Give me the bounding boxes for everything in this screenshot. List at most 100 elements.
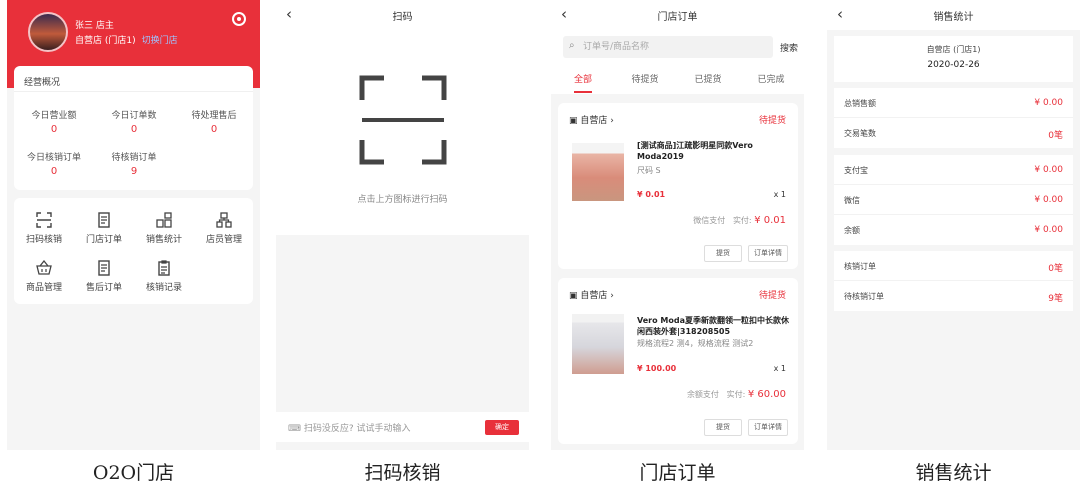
tool-label: 门店订单 — [85, 235, 122, 245]
tool-label: 核销记录 — [145, 283, 182, 293]
sales-screen: ‹ 销售统计 自营店 (门店1) 2020-02-26 总销售额 ¥ 0.00 交… — [827, 0, 1080, 450]
stat-row: 支付宝 ¥ 0.00 — [834, 155, 1073, 185]
staff-icon — [216, 212, 232, 228]
product-price: ¥ 100.00 — [637, 364, 677, 373]
product-qty: x 1 — [773, 364, 786, 373]
tool-label: 销售统计 — [145, 235, 182, 245]
tool-goods[interactable]: 商品管理 — [14, 260, 74, 293]
paid-amount: ¥ 60.00 — [747, 389, 786, 400]
order-tabs: 全部 待提货 已提货 已完成 — [551, 62, 804, 94]
tool-label: 店员管理 — [205, 235, 242, 245]
stat-label: 待处理售后 — [191, 111, 237, 121]
orders-screen: ‹ 门店订单 订单号/商品名称 ⌕ 搜索 全部 待提货 已提货 已完成 ▣ 自营… — [551, 0, 804, 450]
gear-icon[interactable] — [232, 12, 246, 26]
user-name: 张三 店主 — [75, 21, 114, 31]
row-value: ¥ 0.00 — [1034, 165, 1063, 175]
stat-today-orders[interactable]: 今日订单数 0 — [94, 108, 174, 135]
row-label: 余额 — [844, 226, 860, 235]
order-detail-button[interactable]: 订单详情 — [748, 419, 788, 436]
tool-aftersale[interactable]: 售后订单 — [74, 260, 134, 293]
tools-card: 扫码核销 门店订单 销售统计 店员管理 商品管理 售后订单 核销记录 — [14, 198, 253, 304]
tool-orders[interactable]: 门店订单 — [74, 212, 134, 245]
product-image[interactable] — [572, 143, 624, 201]
caption-store-home: O2O门店 — [92, 462, 175, 484]
row-label: 支付宝 — [844, 166, 868, 175]
order-store[interactable]: ▣ 自营店 › — [569, 113, 614, 126]
stat-value: 0 — [50, 166, 58, 177]
orders-title: 门店订单 — [657, 11, 698, 23]
pickup-button[interactable]: 提货 — [704, 245, 742, 262]
sales-summary: 总销售额 ¥ 0.00 交易笔数 0笔 — [834, 88, 1073, 148]
stat-row: 交易笔数 0笔 — [834, 118, 1073, 148]
scan-frame-icon[interactable] — [358, 74, 448, 166]
payment-breakdown: 支付宝 ¥ 0.00 微信 ¥ 0.00 余额 ¥ 0.00 — [834, 155, 1073, 245]
tab-completed[interactable]: 已完成 — [741, 72, 801, 85]
order-payment: 余额支付 实付: ¥ 60.00 — [687, 389, 786, 400]
sales-title: 销售统计 — [933, 11, 974, 23]
product-title: [测试商品]江疏影明星同款Vero Moda2019 — [637, 141, 753, 161]
manual-input-link[interactable]: ⌨ 扫码没反应? 试试手动输入 — [288, 421, 411, 434]
verify-summary: 核销订单 0笔 待核销订单 9笔 — [834, 251, 1073, 311]
tab-all[interactable]: 全部 — [553, 72, 613, 93]
search-input[interactable]: 订单号/商品名称 — [563, 36, 773, 58]
paid-label: 实付: — [732, 216, 752, 225]
back-icon[interactable]: ‹ — [286, 5, 292, 23]
row-value: 0笔 — [1048, 131, 1063, 141]
product-image[interactable] — [572, 314, 624, 374]
order-detail-button[interactable]: 订单详情 — [748, 245, 788, 262]
search-button[interactable]: 搜索 — [780, 41, 798, 54]
row-value: 0笔 — [1048, 264, 1063, 274]
tool-stats[interactable]: 销售统计 — [134, 212, 194, 245]
stat-row: 待核销订单 9笔 — [834, 281, 1073, 311]
order-store[interactable]: ▣ 自营店 › — [569, 288, 614, 301]
store-name: 自营店 (门店1) — [75, 36, 136, 46]
row-label: 待核销订单 — [844, 292, 884, 301]
row-value: ¥ 0.00 — [1034, 98, 1063, 108]
stat-today-verified[interactable]: 今日核销订单 0 — [14, 150, 94, 177]
order-card[interactable]: ▣ 自营店 › 待提货 [测试商品]江疏影明星同款Vero Moda2019 尺… — [558, 103, 798, 269]
back-icon[interactable]: ‹ — [561, 5, 567, 23]
order-icon — [98, 212, 110, 228]
scan-navbar: ‹ 扫码 — [276, 0, 529, 30]
stat-pending-aftersale[interactable]: 待处理售后 0 — [174, 108, 254, 135]
scan-hint: 点击上方图标进行扫码 — [357, 195, 448, 205]
tool-records[interactable]: 核销记录 — [134, 260, 194, 293]
tool-label: 扫码核销 — [25, 235, 62, 245]
product-price: ¥ 0.01 — [637, 190, 666, 199]
order-card[interactable]: ▣ 自营店 › 待提货 Vero Moda夏季新款翻领一粒扣中长款休闲西装外套|… — [558, 278, 798, 444]
tool-scan[interactable]: 扫码核销 — [14, 212, 74, 245]
product-qty: x 1 — [773, 190, 786, 199]
tab-pending-pickup[interactable]: 待提货 — [615, 72, 675, 85]
stat-row: 余额 ¥ 0.00 — [834, 215, 1073, 245]
confirm-button[interactable]: 确定 — [485, 420, 519, 435]
overview-title: 经营概况 — [14, 66, 253, 92]
tool-staff[interactable]: 店员管理 — [194, 212, 254, 245]
caption-scan: 扫码核销 — [364, 462, 441, 484]
tab-picked-up[interactable]: 已提货 — [678, 72, 738, 85]
product-title: Vero Moda夏季新款翻领一粒扣中长款休闲西装外套|318208505 — [637, 316, 789, 336]
row-label: 总销售额 — [844, 99, 876, 108]
row-value: ¥ 0.00 — [1034, 195, 1063, 205]
manual-input-bar: ⌨ 扫码没反应? 试试手动输入 确定 — [276, 412, 529, 442]
scan-screen: ‹ 扫码 点击上方图标进行扫码 ⌨ 扫码没反应? 试试手动输入 确定 — [276, 0, 529, 450]
stat-label: 今日营业额 — [31, 111, 77, 121]
sales-date[interactable]: 2020-02-26 — [834, 60, 1073, 70]
stat-pending-verify[interactable]: 待核销订单 9 — [94, 150, 174, 177]
order-status: 待提货 — [758, 291, 786, 301]
product-spec: 尺码 S — [637, 166, 661, 175]
stat-value: 0 — [50, 124, 58, 135]
pay-method: 余额支付 — [686, 390, 719, 399]
switch-store-link[interactable]: 切换门店 — [142, 36, 178, 46]
order-status: 待提货 — [758, 116, 786, 126]
order-store-name: 自营店 — [580, 116, 608, 126]
stat-today-revenue[interactable]: 今日营业额 0 — [14, 108, 94, 135]
pickup-button[interactable]: 提货 — [704, 419, 742, 436]
sales-store: 自营店 (门店1) — [926, 45, 981, 54]
showcase: 张三 店主 自营店 (门店1) 切换门店 经营概况 今日营业额 0 今日订单数 0… — [0, 0, 1080, 497]
stat-label: 今日订单数 — [111, 111, 157, 121]
stat-row: 微信 ¥ 0.00 — [834, 185, 1073, 215]
back-icon[interactable]: ‹ — [837, 5, 843, 23]
stat-label: 今日核销订单 — [26, 153, 81, 163]
stats-icon — [156, 212, 172, 228]
avatar[interactable] — [28, 12, 68, 52]
